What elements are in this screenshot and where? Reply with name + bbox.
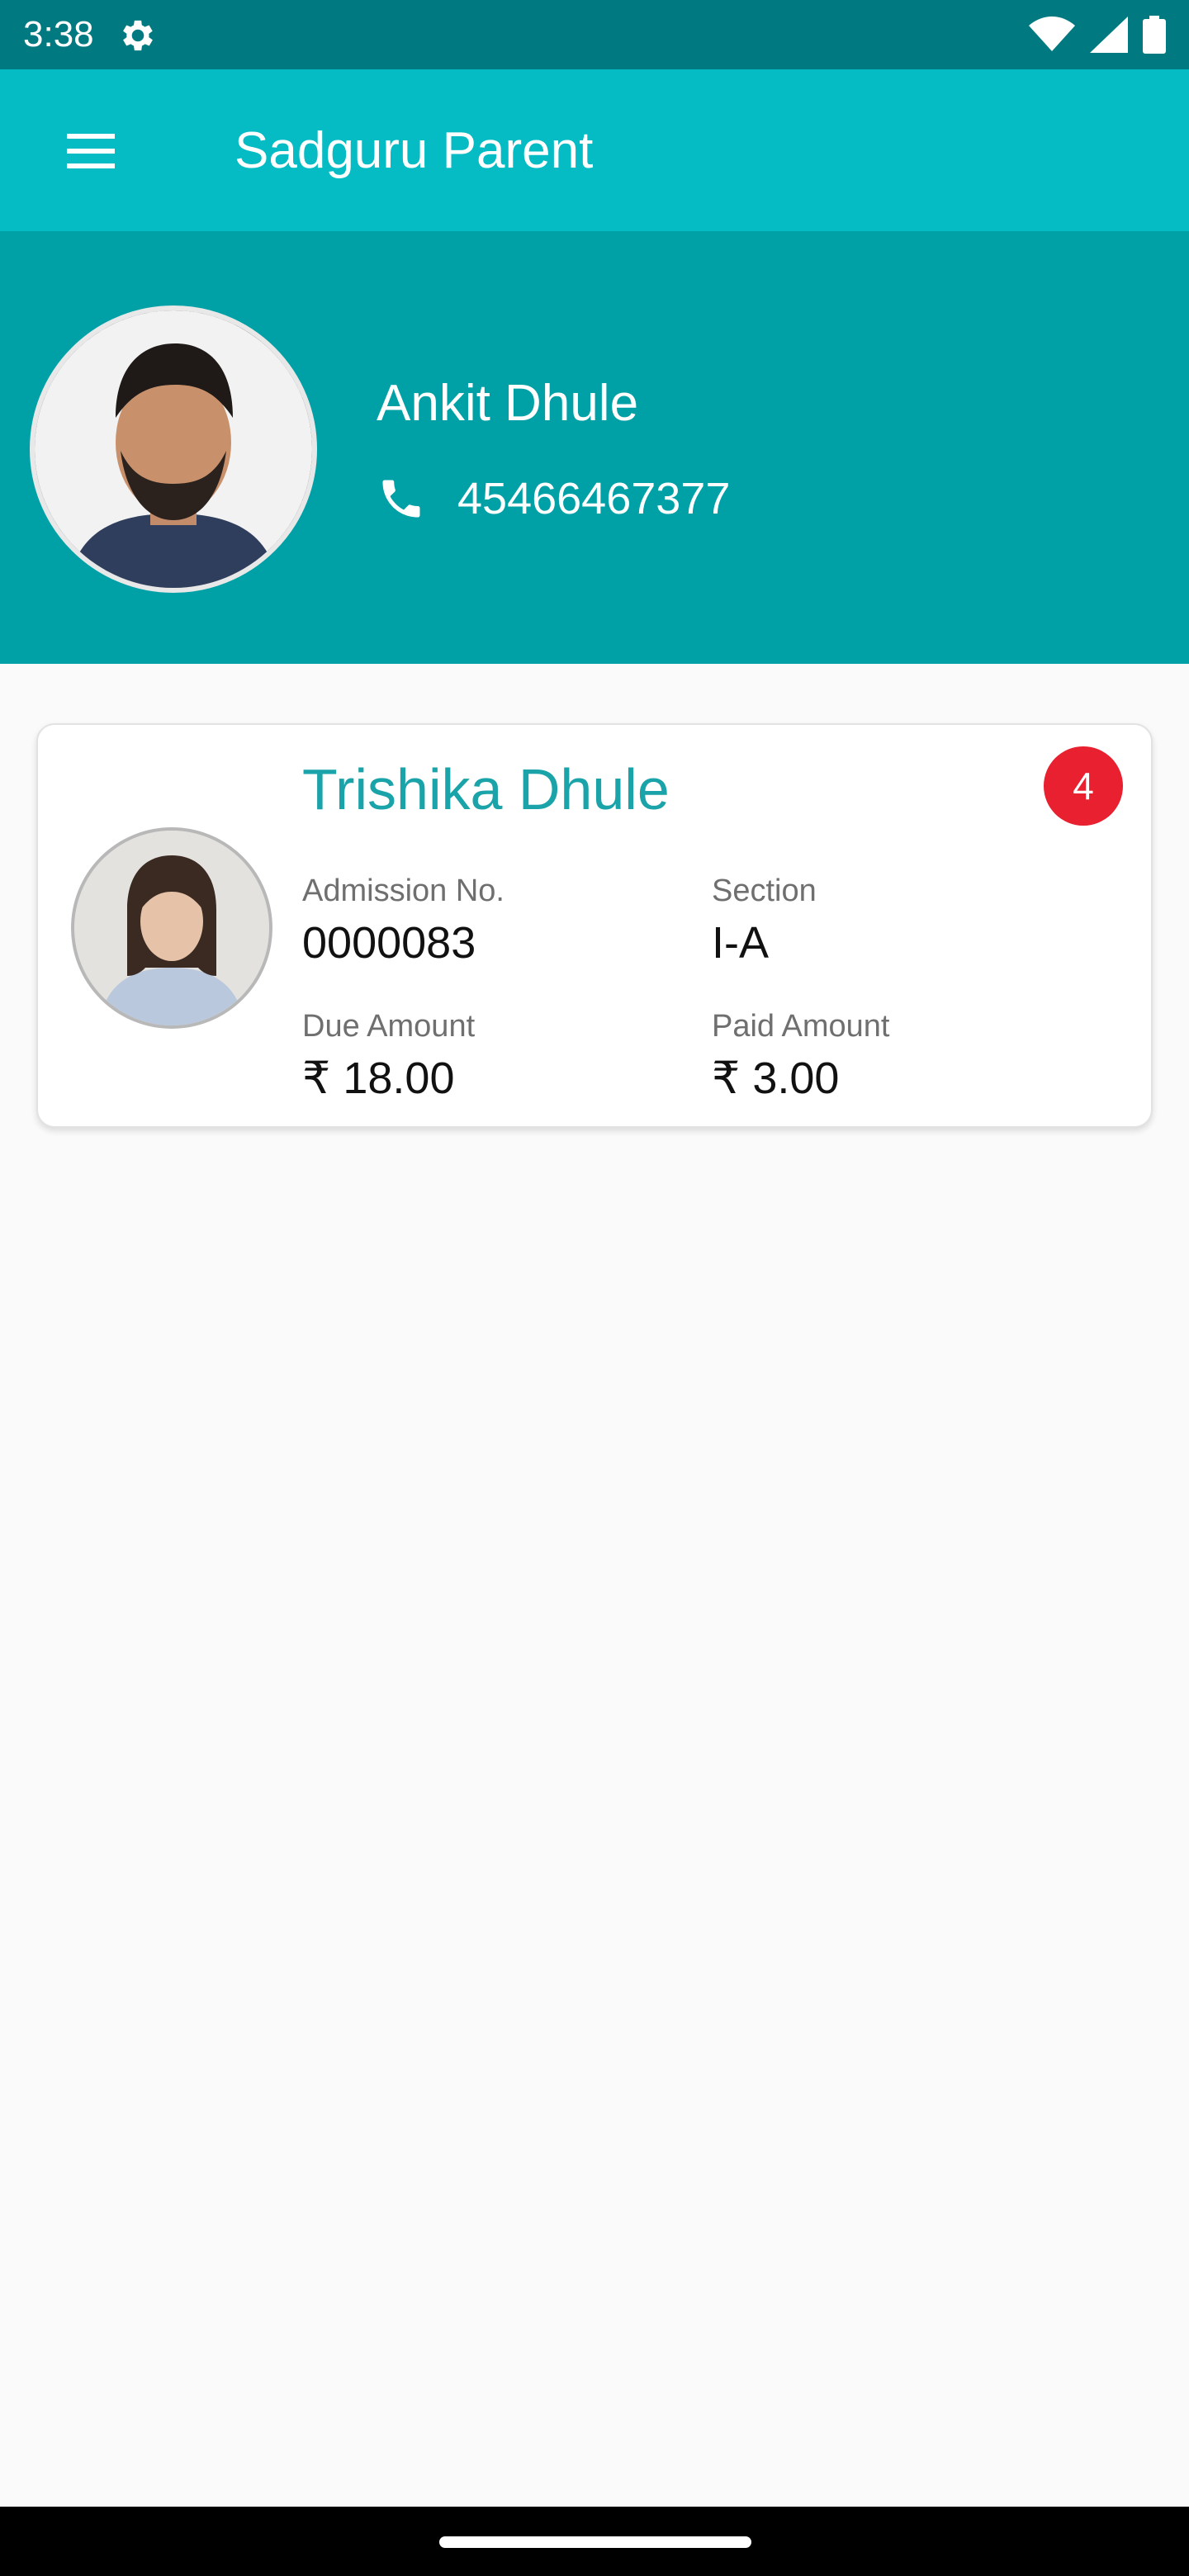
wifi-icon	[1029, 17, 1075, 51]
menu-button[interactable]	[48, 117, 134, 185]
parent-name: Ankit Dhule	[377, 375, 639, 432]
app-bar: Sadguru Parent	[0, 69, 1189, 231]
home-gesture-handle[interactable]	[439, 2536, 751, 2548]
section-value: I-A	[712, 918, 770, 968]
status-bar: 3:38	[0, 0, 1189, 69]
gear-icon	[123, 20, 153, 51]
battery-icon	[1143, 16, 1166, 54]
student-card[interactable]: Trishika Dhule 4 Admission No. 0000083 S…	[36, 723, 1153, 1128]
phone-icon	[382, 480, 420, 518]
section-label: Section	[712, 874, 817, 908]
due-amount-value: ₹ 18.00	[302, 1054, 455, 1103]
due-amount-label: Due Amount	[302, 1009, 476, 1044]
student-name: Trishika Dhule	[302, 757, 670, 822]
admission-value: 0000083	[302, 918, 476, 968]
admission-label: Admission No.	[302, 874, 504, 908]
student-photo	[74, 831, 269, 1025]
status-icons	[1029, 13, 1166, 56]
app-title: Sadguru Parent	[234, 122, 594, 179]
signal-icon	[1090, 17, 1128, 53]
notification-badge[interactable]: 4	[1044, 746, 1123, 826]
parent-photo	[35, 310, 312, 588]
student-avatar	[71, 827, 272, 1029]
paid-amount-value: ₹ 3.00	[712, 1054, 840, 1103]
system-navigation-bar	[0, 2507, 1189, 2576]
paid-amount-label: Paid Amount	[712, 1009, 890, 1044]
parent-phone-number: 45466467377	[457, 474, 731, 523]
parent-phone-row[interactable]: 45466467377	[377, 469, 730, 528]
status-time: 3:38	[23, 14, 94, 54]
parent-avatar[interactable]	[30, 305, 317, 593]
parent-profile-header: Ankit Dhule 45466467377	[0, 231, 1189, 664]
hamburger-menu-icon	[67, 134, 115, 168]
